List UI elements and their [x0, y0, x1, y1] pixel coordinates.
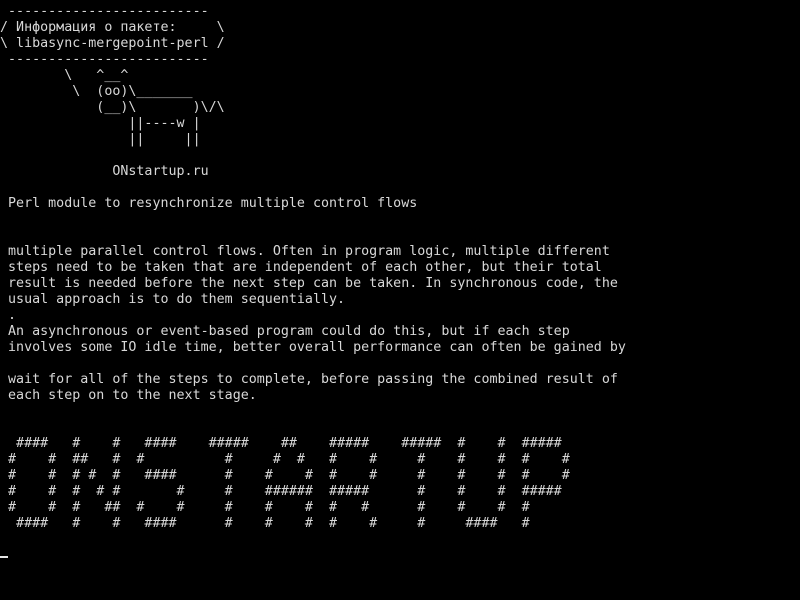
terminal-line: #### # # #### # # # # # # #### #	[0, 516, 530, 531]
terminal-line: #### # # #### ##### ## ##### ##### # # #…	[0, 436, 562, 451]
terminal-line: || ||	[0, 132, 201, 147]
terminal-line: Perl module to resynchronize multiple co…	[0, 196, 418, 211]
terminal-line: result is needed before the next step ca…	[0, 276, 618, 291]
terminal-line: involves some IO idle time, better overa…	[0, 340, 626, 355]
terminal-line: \ (oo)\_______	[0, 84, 193, 99]
text-cursor[interactable]	[0, 556, 8, 558]
terminal-line: steps need to be taken that are independ…	[0, 260, 602, 275]
terminal-line: multiple parallel control flows. Often i…	[0, 244, 610, 259]
terminal-line: ||----w |	[0, 116, 201, 131]
terminal-line: -------------------------	[0, 52, 209, 67]
terminal-line: wait for all of the steps to complete, b…	[0, 372, 618, 387]
terminal-line: # # # # # # # ###### ##### # # # #####	[0, 484, 562, 499]
terminal-line: .	[0, 308, 17, 323]
terminal-line: -------------------------	[0, 4, 209, 19]
terminal-line: usual approach is to do them sequentiall…	[0, 292, 346, 307]
terminal-line: / Информация о пакете: \	[0, 20, 225, 35]
terminal-line: ONstartup.ru	[0, 164, 209, 179]
terminal-line: An asynchronous or event-based program c…	[0, 324, 570, 339]
terminal-line: # # # ## # # # # # # # # # # #	[0, 500, 530, 515]
terminal-line: \ ^__^	[0, 68, 129, 83]
terminal-line: # # ## # # # # # # # # # # # #	[0, 452, 570, 467]
terminal-line: # # # # # #### # # # # # # # # # #	[0, 468, 570, 483]
terminal-screen[interactable]: ------------------------- / Информация о…	[0, 0, 800, 600]
terminal-line: \ libasync-mergepoint-perl /	[0, 36, 225, 51]
terminal-line: each step on to the next stage.	[0, 388, 257, 403]
terminal-line: (__)\ )\/\	[0, 100, 225, 115]
